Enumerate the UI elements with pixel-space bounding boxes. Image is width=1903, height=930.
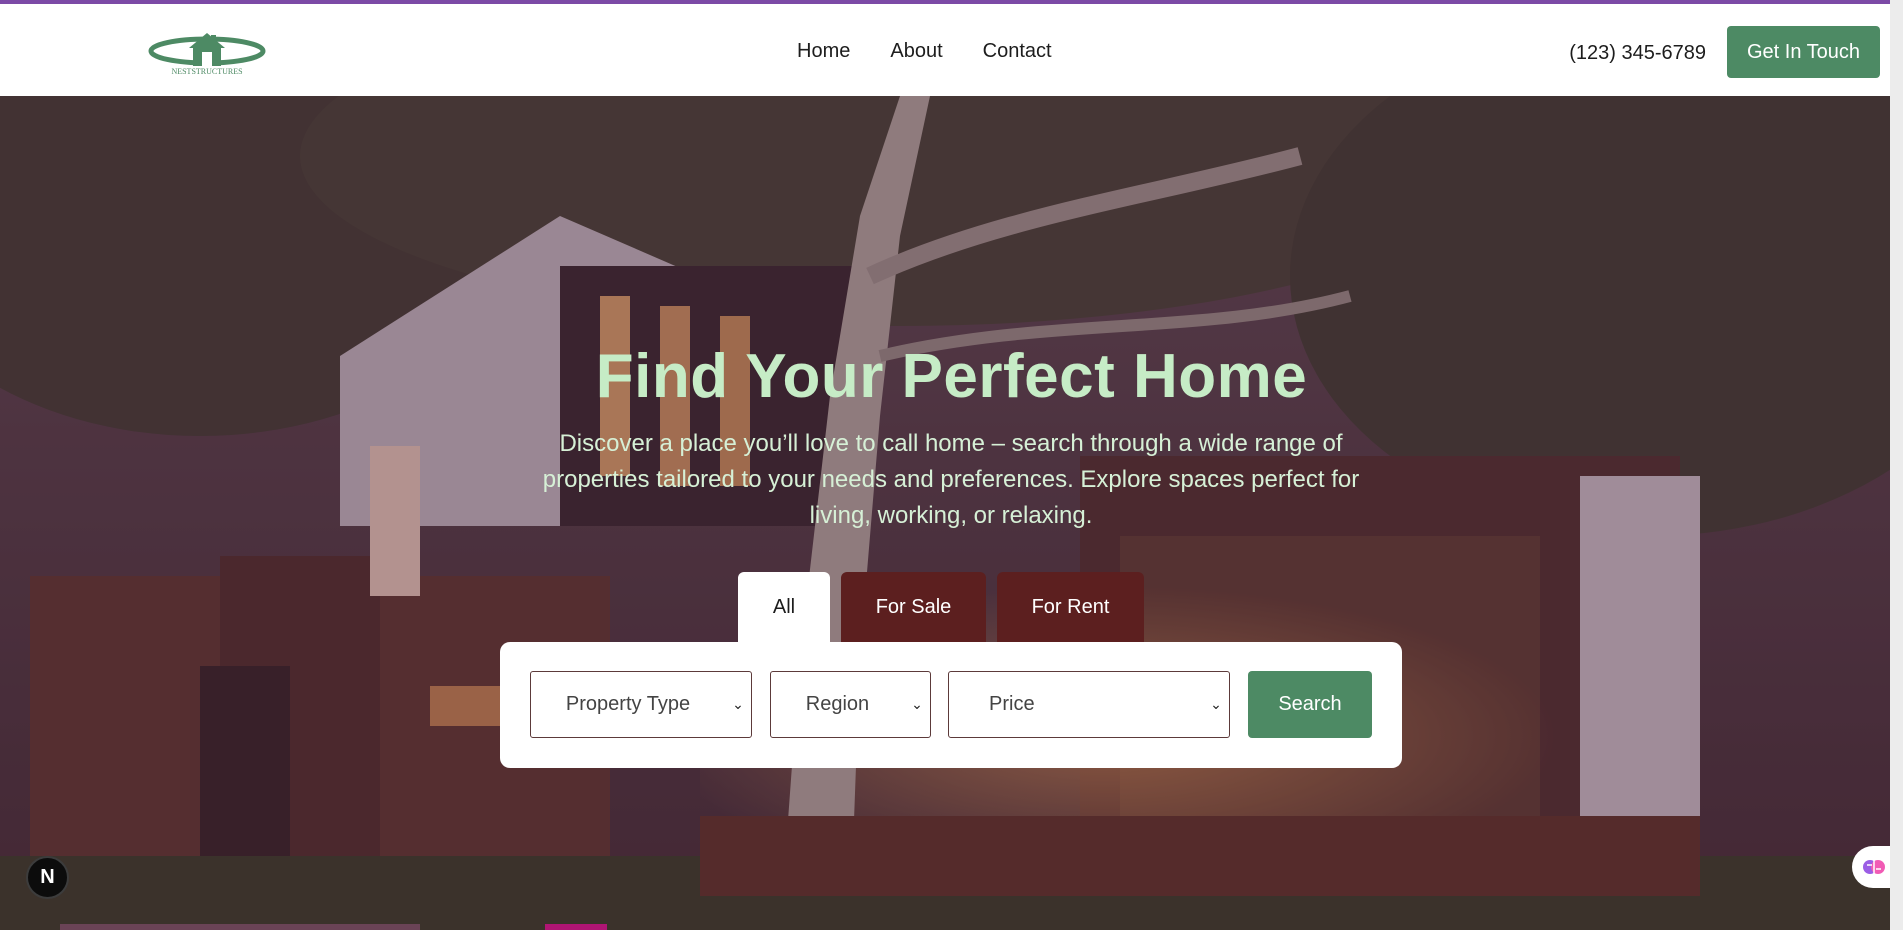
tab-all[interactable]: All: [738, 572, 830, 642]
hero-subtitle: Discover a place you’ll love to call hom…: [542, 430, 1360, 529]
property-type-select[interactable]: Property Type ⌄: [530, 671, 752, 738]
page-scrollbar[interactable]: [1890, 0, 1903, 930]
tab-for-sale[interactable]: For Sale: [841, 572, 986, 642]
get-in-touch-button[interactable]: Get In Touch: [1727, 26, 1880, 78]
chevron-down-icon: ⌄: [732, 696, 744, 712]
nav-link-home[interactable]: Home: [797, 40, 850, 63]
svg-text:NESTSTRUCTURES: NESTSTRUCTURES: [171, 67, 242, 76]
price-select[interactable]: Price ⌄: [948, 671, 1230, 738]
bottom-preview-accent: [545, 924, 607, 930]
region-select[interactable]: Region ⌄: [770, 671, 931, 738]
listing-tabs: All For Sale For Rent: [738, 572, 1144, 642]
property-type-value: Property Type: [565, 693, 691, 715]
house-logo-icon: NESTSTRUCTURES: [148, 33, 266, 76]
nextjs-dev-badge[interactable]: N: [26, 856, 69, 899]
tab-for-rent[interactable]: For Rent: [997, 572, 1144, 642]
chevron-down-icon: ⌄: [1210, 696, 1222, 712]
hero-title: Find Your Perfect Home: [595, 342, 1308, 411]
nav-link-about[interactable]: About: [890, 40, 942, 63]
main-nav: Home About Contact: [797, 40, 1052, 63]
bottom-preview-strip: [60, 924, 420, 930]
nextjs-logo-icon: N: [40, 866, 55, 888]
site-logo[interactable]: NESTSTRUCTURES: [145, 28, 269, 76]
chevron-down-icon: ⌄: [911, 696, 923, 712]
nav-link-contact[interactable]: Contact: [983, 40, 1052, 63]
hero-section: Find Your Perfect Home Discover a place …: [0, 96, 1903, 930]
brain-icon: [1863, 860, 1885, 874]
search-button[interactable]: Search: [1248, 671, 1372, 738]
phone-number[interactable]: (123) 345-6789: [1569, 42, 1706, 65]
price-value: Price: [989, 693, 1035, 715]
navbar: NESTSTRUCTURES Home About Contact (123) …: [0, 4, 1903, 96]
region-value: Region: [805, 693, 870, 715]
hero-content: Find Your Perfect Home Discover a place …: [0, 96, 1903, 930]
property-search-box: Property Type ⌄ Region ⌄ Price ⌄ Search: [500, 642, 1402, 768]
